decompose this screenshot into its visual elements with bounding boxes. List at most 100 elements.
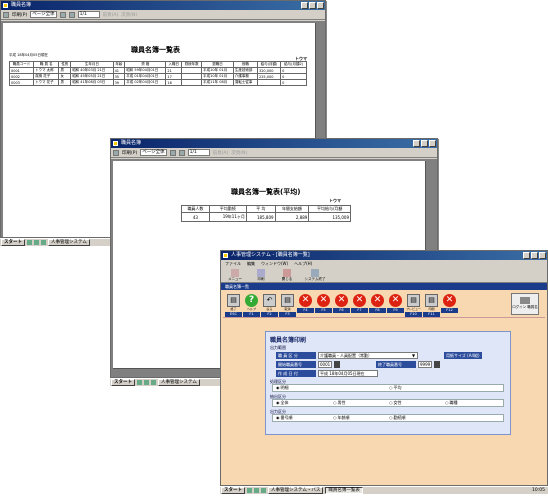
print-tab[interactable]: 印刷 <box>251 269 271 282</box>
zoom-select[interactable]: ページ全体 <box>30 11 57 18</box>
window-title-bar[interactable]: 職員名簿 <box>111 139 437 148</box>
close-button[interactable] <box>429 140 436 147</box>
table-header-cell: 職員コード <box>8 61 35 68</box>
dropdown-arrow-icon[interactable]: ▼ <box>412 353 415 358</box>
radio-detail[interactable]: 明細 <box>276 385 289 391</box>
printer-icon[interactable] <box>3 11 9 18</box>
maximize-button[interactable] <box>531 252 538 259</box>
function-key-f5[interactable]: ✕ F5 <box>315 293 332 315</box>
function-key-f7[interactable]: ✕ F7 <box>351 293 368 315</box>
print-button[interactable]: 印刷(P) <box>12 12 27 18</box>
start-button[interactable]: スタート <box>111 379 135 386</box>
end-number-input[interactable]: 9999 <box>418 361 432 368</box>
inner-title-bar: 職員名簿一覧 <box>221 283 547 290</box>
radio-average[interactable]: 平均 <box>389 385 402 391</box>
function-key-f12[interactable]: ✕ F12 <box>441 293 458 315</box>
mail-icon[interactable] <box>151 380 156 385</box>
mail-icon[interactable] <box>41 240 46 245</box>
table-cell: 運転士従事 <box>232 79 258 86</box>
desktop-icon[interactable] <box>144 380 149 385</box>
menu-file[interactable]: ファイル <box>225 260 241 267</box>
function-key-label: F3 <box>279 312 296 317</box>
close-button[interactable] <box>539 252 546 259</box>
first-page-icon[interactable] <box>59 11 66 18</box>
minimize-button[interactable] <box>301 2 308 9</box>
first-page-icon[interactable] <box>169 149 176 156</box>
radio-female[interactable]: 女性 <box>389 400 402 406</box>
function-key-esc[interactable]: ▤ 終了 ESC <box>225 293 242 317</box>
radio-all[interactable]: 全体 <box>276 400 289 406</box>
table-cell: 16 <box>165 79 183 86</box>
function-key-f2[interactable]: ↶ 戻る F2 <box>261 293 278 317</box>
prev-page-icon[interactable] <box>68 11 75 18</box>
radio-tenure-order[interactable]: 勤続順 <box>389 415 406 421</box>
output-radio-group: 全体 男性 女性 職種 <box>272 399 504 407</box>
ie-icon[interactable] <box>27 240 32 245</box>
function-key-f10[interactable]: ▤ プレビュー F10 <box>405 293 422 317</box>
menu-tab-icon <box>231 269 239 277</box>
function-key-f9[interactable]: ✕ F9 <box>387 293 404 315</box>
start-button[interactable]: スタート <box>221 487 245 494</box>
start-button[interactable]: スタート <box>1 239 25 246</box>
function-key-label: F8 <box>369 308 386 313</box>
function-key-f1[interactable]: ? ヘルプ F1 <box>243 293 260 317</box>
menu-tab[interactable]: メニュー <box>225 269 245 282</box>
next-page-button[interactable]: 次頁(N) <box>231 150 247 156</box>
radio-male[interactable]: 男性 <box>333 400 346 406</box>
task-item[interactable]: 人事管理システム <box>158 379 200 386</box>
page-indicator[interactable]: 1/1 <box>187 149 210 156</box>
print-button[interactable]: 印刷(P) <box>122 150 137 156</box>
function-key-label: F7 <box>351 308 368 313</box>
minimize-button[interactable] <box>413 140 420 147</box>
staff-kubun-select[interactable]: 介護職員・人員配置（常勤） <box>318 352 418 359</box>
function-key-f6[interactable]: ✕ F6 <box>333 293 350 315</box>
summary-cell: 2,889 <box>274 212 310 222</box>
prev-page-icon[interactable] <box>178 149 185 156</box>
exit-tab[interactable]: システム終了 <box>303 269 327 282</box>
window-title: 職員名簿 <box>11 2 32 8</box>
zoom-select[interactable]: ページ全体 <box>140 149 167 156</box>
start-number-input[interactable]: 0001 <box>318 361 332 368</box>
desktop-icon[interactable] <box>34 240 39 245</box>
close-tab[interactable]: 開じる <box>277 269 297 282</box>
close-button[interactable] <box>317 2 324 9</box>
company-name: トウマ <box>329 198 341 203</box>
prev-page-button[interactable]: 前頁(A) <box>103 12 119 18</box>
desktop-icon[interactable] <box>254 488 259 493</box>
menu-edit[interactable]: 編集 <box>247 260 255 267</box>
radio-number-order[interactable]: 番号順 <box>276 415 293 421</box>
end-search-icon[interactable] <box>434 361 440 368</box>
summary-header-cell: 平均勤続 <box>208 205 247 213</box>
next-page-button[interactable]: 次頁(N) <box>121 12 137 18</box>
login-panel: ログイン 職員名 <box>511 293 539 315</box>
function-key-f8[interactable]: ✕ F8 <box>369 293 386 315</box>
minimize-button[interactable] <box>523 252 530 259</box>
window-title-bar[interactable]: 人事管理システム - [職員名簿一覧] <box>221 251 547 260</box>
printer-icon[interactable] <box>113 149 119 156</box>
proc-radio-group: 明細 平均 <box>272 384 504 392</box>
task-item-1[interactable]: 人事管理システム・バス <box>268 487 324 494</box>
ie-icon[interactable] <box>137 380 142 385</box>
window-title-bar[interactable]: 職員名簿 <box>1 1 325 10</box>
maximize-button[interactable] <box>421 140 428 147</box>
function-key-f4[interactable]: ✕ F4 <box>297 293 314 315</box>
page-indicator[interactable]: 1/1 <box>77 11 100 18</box>
radio-job[interactable]: 職種 <box>445 400 458 406</box>
task-item[interactable]: 人事管理システム <box>48 239 90 246</box>
summary-row: 43 19年11ヶ月 185,809 2,889 135,009 <box>181 212 351 222</box>
ie-icon[interactable] <box>247 488 252 493</box>
function-key-f11[interactable]: ▤ 印刷 F11 <box>423 293 440 317</box>
maximize-button[interactable] <box>309 2 316 9</box>
start-search-icon[interactable] <box>334 361 340 368</box>
radio-age-order[interactable]: 年齢順 <box>333 415 350 421</box>
summary-cell: 135,009 <box>308 212 351 222</box>
prev-page-button[interactable]: 前頁(A) <box>213 150 229 156</box>
create-date-input[interactable]: 平成 18年04月05日現在 <box>318 370 378 377</box>
form-panel: 職員名簿印刷 出力範囲 職 員 区 分 介護職員・人員配置（常勤） ▼ 用紙サイ… <box>265 331 511 435</box>
menu-window[interactable]: ウィンドウ(W) <box>261 260 288 267</box>
task-item-2[interactable]: 職員名簿一覧表 <box>325 487 363 494</box>
table-cell: トウマ 花子 <box>33 79 60 86</box>
menu-help[interactable]: ヘルプ(H) <box>294 260 312 267</box>
function-key-f3[interactable]: ▤ 取消 F3 <box>279 293 296 317</box>
mail-icon[interactable] <box>261 488 266 493</box>
